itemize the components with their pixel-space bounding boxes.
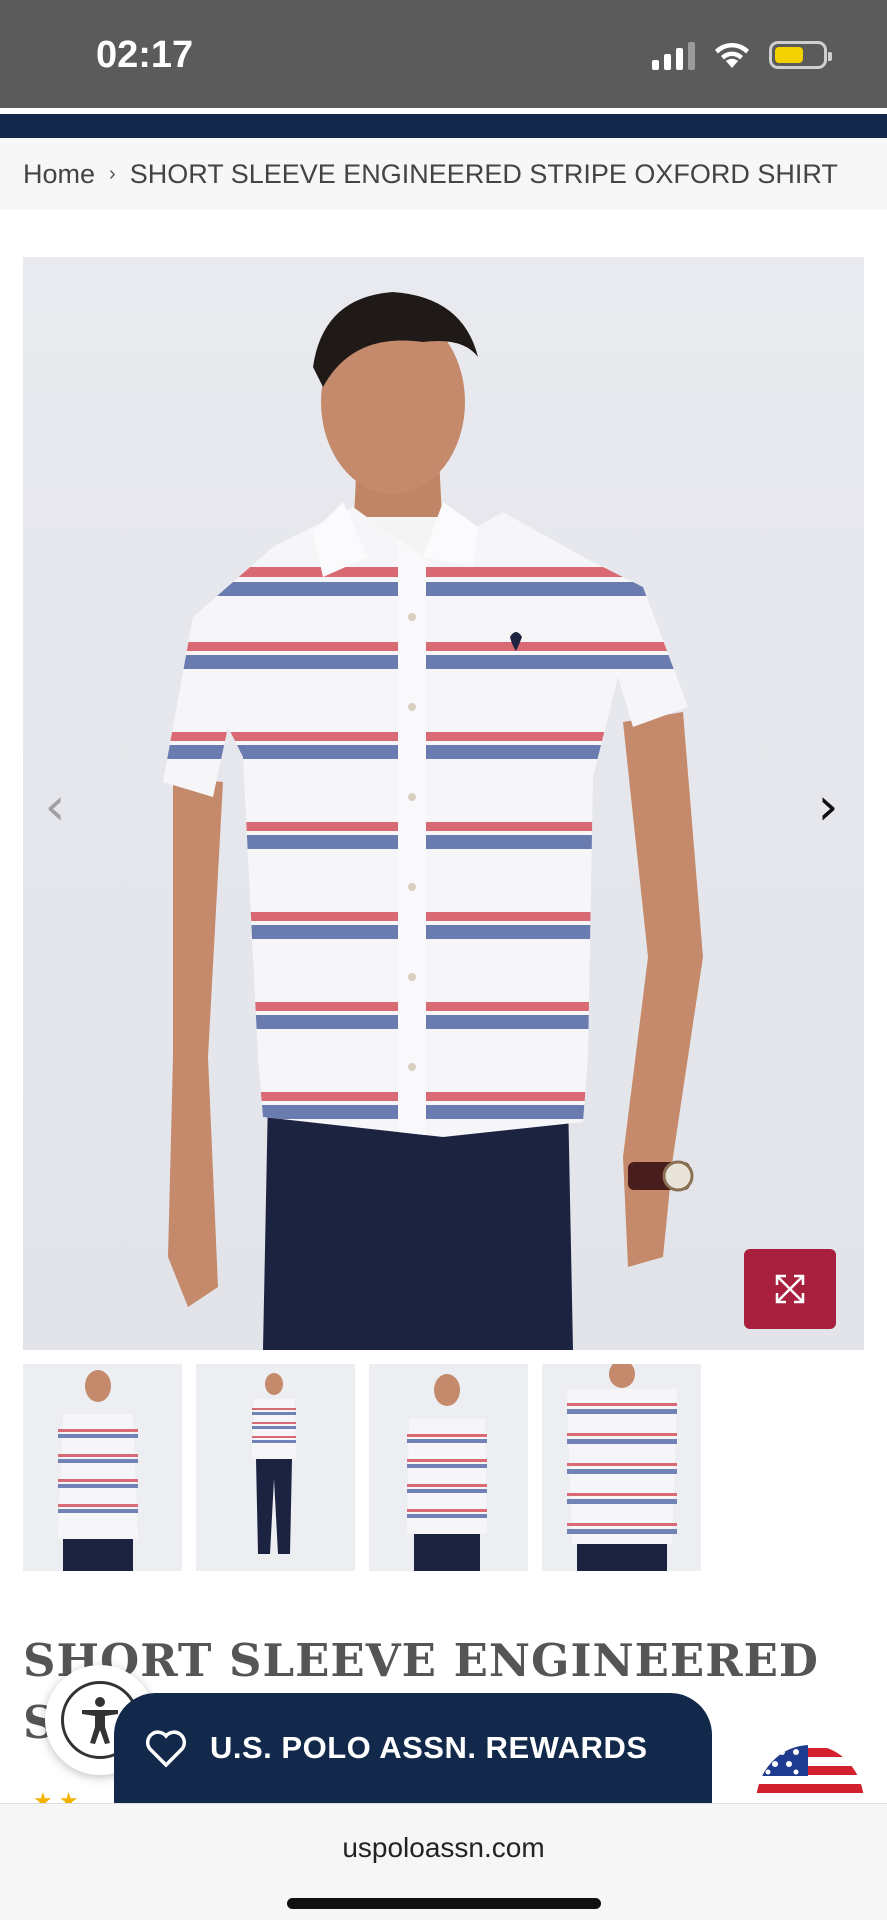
cellular-signal-icon: [652, 40, 695, 70]
rewards-label: U.S. POLO ASSN. REWARDS: [210, 1730, 648, 1765]
thumbnail-1[interactable]: [23, 1364, 182, 1571]
status-time: 02:17: [96, 34, 194, 76]
battery-icon: [769, 41, 832, 69]
thumbnail-4[interactable]: [542, 1364, 701, 1571]
thumbnail-3[interactable]: [369, 1364, 528, 1571]
expand-icon: [775, 1274, 805, 1304]
site-header-band: [0, 114, 887, 138]
product-main-image[interactable]: ‹ ›: [23, 257, 864, 1350]
gallery-prev-arrow[interactable]: ‹: [35, 777, 75, 837]
thumbnail-2[interactable]: [196, 1364, 355, 1571]
breadcrumb: Home › SHORT SLEEVE ENGINEERED STRIPE OX…: [0, 138, 887, 210]
wifi-icon: [715, 42, 749, 68]
breadcrumb-home-link[interactable]: Home: [23, 159, 95, 190]
breadcrumb-current: SHORT SLEEVE ENGINEERED STRIPE OXFORD SH…: [129, 158, 838, 189]
product-photo: [163, 292, 703, 1350]
expand-image-button[interactable]: [744, 1249, 836, 1329]
rewards-banner[interactable]: U.S. POLO ASSN. REWARDS: [114, 1693, 712, 1803]
breadcrumb-separator: ›: [109, 162, 116, 185]
url-text[interactable]: uspoloassn.com: [0, 1832, 887, 1864]
heart-icon: [145, 1730, 187, 1768]
us-flag-icon[interactable]: [754, 1728, 866, 1803]
browser-url-bar[interactable]: uspoloassn.com: [0, 1803, 887, 1920]
home-indicator[interactable]: [287, 1898, 601, 1909]
status-icons: [652, 40, 832, 70]
status-bar: 02:17: [0, 0, 887, 108]
gallery-next-arrow[interactable]: ›: [808, 777, 848, 837]
thumbnail-strip: [23, 1364, 701, 1571]
